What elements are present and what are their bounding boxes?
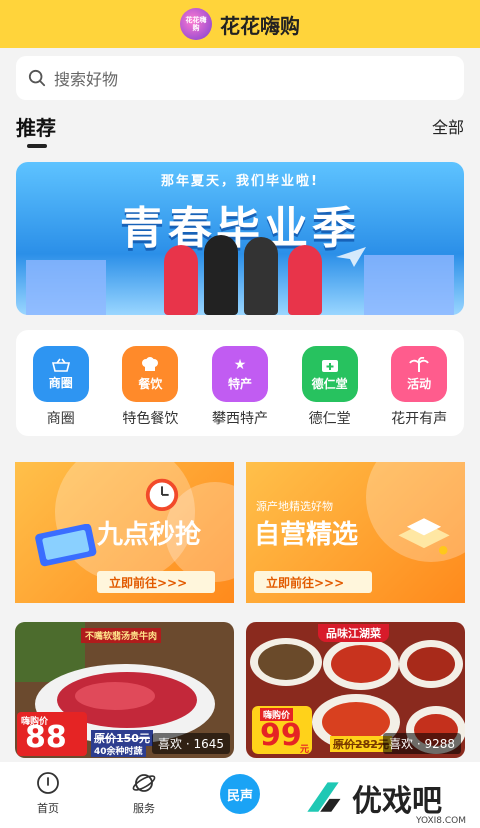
category-events[interactable]: 活动 花开有声	[379, 346, 459, 428]
product-badge: 不嘴软翡汤贵牛肉	[81, 628, 162, 643]
student-figure	[164, 245, 198, 315]
logo-text: 花花嗨购	[185, 16, 207, 32]
view-all-link[interactable]: 全部	[432, 114, 464, 138]
phone-illustration	[35, 524, 97, 567]
category-icon-text: 餐饮	[138, 376, 163, 391]
self-operated-card[interactable]: 源产地精选好物 自营精选 立即前往>>>	[246, 462, 465, 603]
watermark-logo-icon	[307, 782, 341, 812]
category-pharmacy[interactable]: 德仁堂 德仁堂	[290, 346, 370, 428]
graduate-figure	[204, 235, 238, 315]
basket-icon: 商圈	[32, 346, 89, 402]
active-tab-indicator	[27, 144, 47, 148]
section-title[interactable]: 推荐	[16, 112, 56, 141]
category-specialty[interactable]: ★ 特产 攀西特产	[200, 346, 280, 428]
paper-plane-icon	[336, 247, 366, 267]
category-dining[interactable]: 餐饮 特色餐饮	[110, 346, 190, 428]
product-badge: 品味江湖菜	[318, 624, 389, 642]
category-icon-text: 商圈	[48, 375, 73, 390]
flash-sale-card[interactable]: 九点秒抢 立即前往>>>	[15, 462, 234, 603]
banner-title: 青春毕业季	[120, 203, 360, 254]
search-icon	[28, 69, 46, 87]
watermark-text: 优戏吧	[352, 784, 442, 819]
search-placeholder: 搜索好物	[54, 70, 119, 89]
product-card[interactable]: 品味江湖菜 嗨购价 99 元 原价282元 喜欢 · 9288	[246, 622, 465, 758]
tab-label: 服务	[133, 802, 155, 815]
category-panel: 商圈 商圈 餐饮 特色餐饮 ★ 特产 攀西特产 德仁堂 德仁堂 活动 花开有声	[16, 330, 464, 436]
gift-star-icon: ★ 特产	[211, 346, 268, 402]
search-bar[interactable]: 搜索好物	[16, 56, 464, 100]
student-figure	[288, 245, 322, 315]
palm-tree-icon: 活动	[391, 346, 448, 402]
banner-buildings-right	[364, 255, 454, 315]
banner-buildings-left	[26, 260, 106, 315]
graduate-figure	[244, 237, 278, 315]
category-label: 特色餐饮	[122, 411, 179, 427]
product-card[interactable]: 不嘴软翡汤贵牛肉 嗨购价 88 原价150元 40余种时蔬 喜欢 · 1645	[15, 622, 234, 758]
tab-label: 首页	[37, 802, 59, 815]
promo-go-button[interactable]: 立即前往>>>	[254, 571, 372, 593]
category-label: 商圈	[46, 411, 75, 427]
medical-kit-icon: 德仁堂	[301, 346, 358, 402]
home-icon	[37, 772, 59, 794]
category-icon-text: 德仁堂	[311, 376, 348, 391]
category-shopping[interactable]: 商圈 商圈	[21, 346, 101, 428]
alarm-clock-icon	[145, 478, 179, 512]
category-icon-text: 活动	[407, 376, 432, 391]
banner-subtitle: 那年夏天，我们毕业啦!	[161, 174, 319, 189]
app-header: 花花嗨购 花花嗨购	[0, 0, 480, 48]
category-label: 花开有声	[391, 411, 448, 427]
app-title: 花花嗨购	[220, 13, 300, 38]
category-label: 德仁堂	[308, 411, 351, 427]
site-watermark: 优戏吧 YOXI8.COM	[300, 768, 480, 828]
graduation-banner[interactable]: 那年夏天，我们毕业啦! 青春毕业季	[16, 162, 464, 315]
price-unit: 元	[300, 745, 310, 755]
promo-go-button[interactable]: 立即前往>>>	[97, 571, 215, 593]
product-note: 40余种时蔬	[91, 744, 146, 757]
price-value: 99	[260, 718, 302, 753]
likes-count: 喜欢 · 9288	[383, 733, 461, 754]
planet-icon	[132, 774, 156, 792]
promo-title: 九点秒抢	[97, 520, 202, 550]
price-value: 88	[25, 720, 67, 755]
tab-services[interactable]: 服务	[96, 770, 192, 816]
category-icon-text: 特产	[227, 376, 252, 391]
promo-title: 自营精选	[254, 520, 359, 550]
app-logo: 花花嗨购	[180, 8, 212, 40]
likes-count: 喜欢 · 1645	[152, 733, 230, 754]
category-label: 攀西特产	[211, 411, 268, 427]
tab-voice[interactable]: 民声	[192, 770, 288, 814]
tab-home[interactable]: 首页	[0, 770, 96, 816]
voice-icon: 民声	[220, 774, 260, 814]
watermark-url: YOXI8.COM	[415, 816, 466, 826]
shelf-illustration	[398, 518, 450, 555]
promo-subtitle: 源产地精选好物	[256, 500, 333, 513]
chef-hat-icon: 餐饮	[122, 346, 179, 402]
